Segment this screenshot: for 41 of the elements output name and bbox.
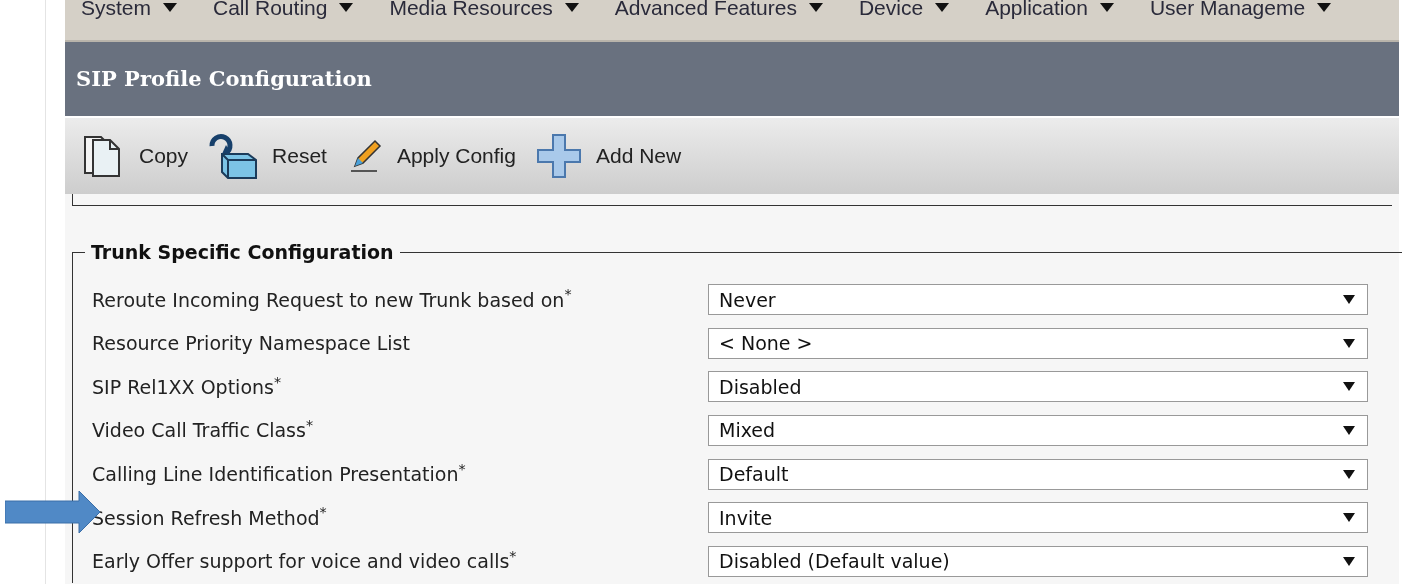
- menu-item[interactable]: Call Routing: [213, 0, 328, 24]
- caret-icon: [935, 3, 950, 13]
- field-label: Early Offer support for voice and video calls$^{*}$: [92, 547, 518, 575]
- menu-item[interactable]: Media Resources: [389, 0, 553, 24]
- menu-item[interactable]: User Manageme: [1149, 0, 1306, 24]
- menu-item[interactable]: Application: [985, 0, 1088, 24]
- caret-icon: [1343, 295, 1355, 305]
- caret-icon: [1343, 513, 1355, 523]
- field-label: SIP Rel1XX Options$^{*}$: [92, 372, 283, 400]
- caret-icon: [1317, 3, 1332, 13]
- caret-icon: [1343, 382, 1355, 392]
- menu-item[interactable]: Device: [858, 0, 924, 24]
- caret-icon: [163, 3, 177, 13]
- dropdown[interactable]: Default: [708, 458, 1368, 490]
- dropdown[interactable]: Never: [708, 284, 1368, 316]
- field-label: Reroute Incoming Request to new Trunk based on$^{*}$: [92, 285, 573, 313]
- field-label: Resource Priority Namespace List: [92, 331, 411, 357]
- toolbar-button[interactable]: Reset: [208, 132, 327, 180]
- caret-icon: [339, 3, 354, 13]
- dropdown[interactable]: Invite: [708, 502, 1368, 534]
- dropdown[interactable]: Mixed: [708, 415, 1368, 447]
- toolbar-button[interactable]: Add New: [535, 133, 682, 179]
- toolbar-button[interactable]: Apply Config: [346, 138, 516, 174]
- dropdown[interactable]: < None >: [708, 327, 1368, 359]
- caret-icon: [1099, 3, 1114, 13]
- caret-icon: [1343, 338, 1355, 348]
- dropdown[interactable]: Disabled (Default value): [708, 545, 1368, 577]
- plus-icon: [535, 133, 582, 179]
- caret-icon: [1343, 556, 1355, 566]
- caret-icon: [1343, 426, 1355, 436]
- menu-item[interactable]: Advanced Features: [614, 0, 797, 24]
- menu-item[interactable]: System: [81, 0, 151, 24]
- caret-icon: [1343, 469, 1355, 479]
- field-label: Calling Line Identification Presentation$^{*}$: [92, 459, 467, 487]
- dropdown[interactable]: Disabled: [708, 371, 1368, 403]
- caret-icon: [808, 3, 823, 13]
- field-label: Video Call Traffic Class$^{*}$: [92, 416, 314, 444]
- toolbar-button[interactable]: Copy: [83, 134, 189, 178]
- reset-cube-icon: [208, 132, 259, 180]
- caret-icon: [564, 3, 579, 13]
- page-title: SIP Profile Configuration: [76, 65, 372, 94]
